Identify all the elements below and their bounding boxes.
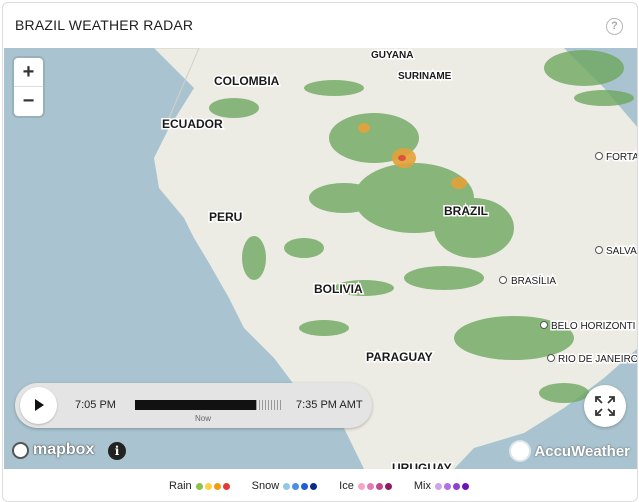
label-brazil: BRAZIL [444, 204, 488, 218]
accuweather-logo: AccuWeather [511, 442, 630, 460]
info-icon[interactable]: i [108, 442, 126, 460]
legend-mix-swatch [434, 482, 442, 490]
legend-snow-label: Snow [251, 480, 280, 492]
zoom-out-button[interactable]: − [14, 87, 43, 116]
legend-snow-swatch [292, 482, 300, 490]
legend-rain-swatch [222, 482, 230, 490]
timeline-ticks[interactable] [256, 400, 282, 410]
legend-mix-swatch [452, 482, 460, 490]
legend-snow-swatch [301, 482, 309, 490]
label-brasilia: BRASÍLIA [511, 274, 556, 287]
legend-rain-swatch [195, 482, 203, 490]
now-label: Now [195, 414, 212, 423]
card-header: BRAZIL WEATHER RADAR ? [3, 3, 637, 47]
page-title: BRAZIL WEATHER RADAR [15, 17, 194, 33]
accuweather-sun-icon [511, 442, 530, 460]
label-bolivia: BOLIVIA [314, 282, 363, 296]
precipitation-legend: Rain Snow Ice Mix [3, 474, 637, 498]
label-rio-de-janeiro: RIO DE JANEIRO [558, 354, 638, 365]
mapbox-icon [12, 441, 29, 459]
legend-mix-swatch [443, 482, 451, 490]
legend-ice-swatch [384, 482, 392, 490]
play-button[interactable] [20, 387, 57, 424]
expand-icon [595, 396, 615, 416]
label-paraguay: PARAGUAY [366, 350, 433, 364]
label-guyana: GUYANA [371, 50, 413, 61]
legend-snow-swatch [283, 482, 291, 490]
radar-player: 7:05 PM Now 7:35 PM AMT [15, 383, 372, 428]
start-time: 7:05 PM [75, 399, 116, 411]
label-belo-horizonte: BELO HORIZONTI [551, 321, 635, 332]
label-ecuador: ECUADOR [162, 117, 223, 131]
label-suriname: SURINAME [398, 71, 452, 82]
radar-map[interactable]: GUYANA SURINAME COLOMBIA ECUADOR PERU BR… [4, 48, 638, 469]
legend-mix: Mix [414, 480, 471, 492]
play-icon [35, 399, 44, 411]
end-time: 7:35 PM AMT [296, 399, 363, 411]
zoom-in-button[interactable]: + [14, 58, 43, 87]
legend-ice: Ice [339, 480, 394, 492]
legend-ice-swatch [357, 482, 365, 490]
label-fortaleza: FORTA [606, 152, 638, 163]
label-uruguay: URUGUAY [392, 461, 452, 469]
legend-rain-label: Rain [169, 480, 192, 492]
legend-ice-label: Ice [339, 480, 354, 492]
help-icon[interactable]: ? [606, 18, 623, 35]
legend-rain: Rain [169, 480, 232, 492]
label-salvador: SALVA [606, 246, 637, 257]
label-colombia: COLOMBIA [214, 74, 280, 88]
legend-rain-swatch [204, 482, 212, 490]
legend-mix-label: Mix [413, 480, 431, 492]
legend-ice-swatch [375, 482, 383, 490]
mapbox-logo[interactable]: mapbox [12, 441, 94, 459]
legend-snow: Snow [252, 480, 320, 492]
label-peru: PERU [209, 210, 242, 224]
mapbox-wordmark: mapbox [33, 441, 95, 458]
fullscreen-button[interactable] [584, 385, 626, 427]
accuweather-wordmark: AccuWeather [534, 442, 630, 460]
zoom-control: + − [14, 58, 43, 116]
timeline-progress[interactable] [135, 400, 256, 410]
legend-rain-swatch [213, 482, 221, 490]
legend-ice-swatch [366, 482, 374, 490]
radar-card: BRAZIL WEATHER RADAR ? GUYANA SURINAME C… [2, 2, 638, 502]
legend-snow-swatch [310, 482, 318, 490]
legend-mix-swatch [461, 482, 469, 490]
